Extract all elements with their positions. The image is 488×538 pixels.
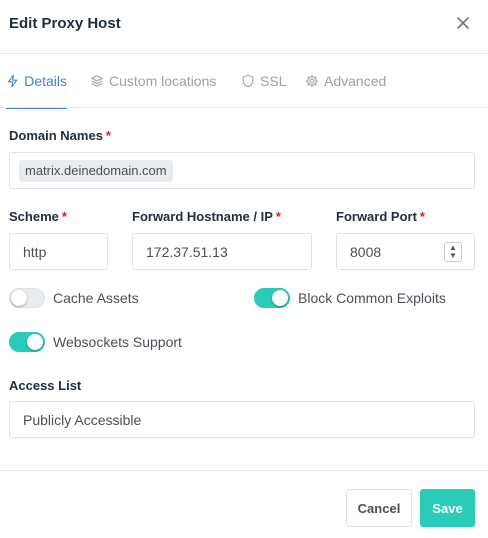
required-marker: * xyxy=(61,209,67,224)
modal-header: Edit Proxy Host xyxy=(0,0,488,54)
websockets-label: Websockets Support xyxy=(53,334,182,350)
scheme-input[interactable]: http xyxy=(9,233,108,270)
required-marker: * xyxy=(275,209,281,224)
access-list-label-text: Access List xyxy=(9,378,82,393)
tab-ssl[interactable]: SSL xyxy=(241,54,286,108)
switch-knob xyxy=(11,290,27,306)
gear-icon xyxy=(305,74,319,88)
shield-icon xyxy=(242,74,254,88)
forward-port-value: 8008 xyxy=(350,243,382,260)
websockets-toggle[interactable]: Websockets Support xyxy=(9,332,182,352)
access-list-label: Access List xyxy=(9,378,81,393)
tab-details[interactable]: Details xyxy=(6,54,67,109)
tab-custom-locations-label: Custom locations xyxy=(109,73,217,89)
required-marker: * xyxy=(105,128,111,143)
cache-assets-toggle[interactable]: Cache Assets xyxy=(9,288,139,308)
close-icon xyxy=(457,17,469,29)
forward-port-label: Forward Port * xyxy=(336,209,425,224)
pulse-icon xyxy=(7,74,18,88)
domain-names-input[interactable]: matrix.deinedomain.com xyxy=(9,152,475,189)
tab-custom-locations[interactable]: Custom locations xyxy=(90,54,216,108)
domain-chip[interactable]: matrix.deinedomain.com xyxy=(19,159,173,182)
close-button[interactable] xyxy=(453,13,473,33)
scheme-value: http xyxy=(23,243,47,260)
switch-knob xyxy=(272,290,288,306)
tab-ssl-label: SSL xyxy=(260,73,287,89)
websockets-switch[interactable] xyxy=(9,332,45,352)
tab-advanced[interactable]: Advanced xyxy=(305,54,386,108)
forward-hostname-input[interactable]: 172.37.51.13 xyxy=(132,233,312,270)
save-button[interactable]: Save xyxy=(420,489,475,527)
tab-advanced-label: Advanced xyxy=(324,73,387,89)
modal-title: Edit Proxy Host xyxy=(9,15,121,32)
modal-footer: Cancel Save xyxy=(0,470,488,538)
cancel-button[interactable]: Cancel xyxy=(346,489,412,527)
cache-assets-switch[interactable] xyxy=(9,288,45,308)
cache-assets-label: Cache Assets xyxy=(53,290,139,306)
block-exploits-label: Block Common Exploits xyxy=(298,290,446,306)
access-list-select[interactable]: Publicly Accessible xyxy=(9,401,475,438)
layers-icon xyxy=(91,75,103,87)
block-exploits-toggle[interactable]: Block Common Exploits xyxy=(254,288,446,308)
required-marker: * xyxy=(419,209,425,224)
tab-bar: Details Custom locations SSL Advanced xyxy=(0,54,488,109)
domain-names-label-text: Domain Names xyxy=(9,128,103,143)
access-list-value: Publicly Accessible xyxy=(23,411,142,428)
domain-names-label: Domain Names * xyxy=(9,128,111,143)
edit-proxy-host-modal: Edit Proxy Host Details Custom locations… xyxy=(0,0,488,538)
forward-hostname-label: Forward Hostname / IP * xyxy=(132,209,281,224)
switch-knob xyxy=(27,334,43,350)
forward-hostname-value: 172.37.51.13 xyxy=(146,243,228,260)
tab-details-label: Details xyxy=(24,73,67,89)
port-stepper[interactable]: ▲ ▼ xyxy=(444,242,462,262)
forward-port-input[interactable]: 8008 ▲ ▼ xyxy=(336,233,475,270)
block-exploits-switch[interactable] xyxy=(254,288,290,308)
chevron-down-icon[interactable]: ▼ xyxy=(449,252,457,260)
scheme-label: Scheme * xyxy=(9,209,67,224)
scheme-label-text: Scheme xyxy=(9,209,59,224)
forward-port-label-text: Forward Port xyxy=(336,209,417,224)
forward-hostname-label-text: Forward Hostname / IP xyxy=(132,209,273,224)
